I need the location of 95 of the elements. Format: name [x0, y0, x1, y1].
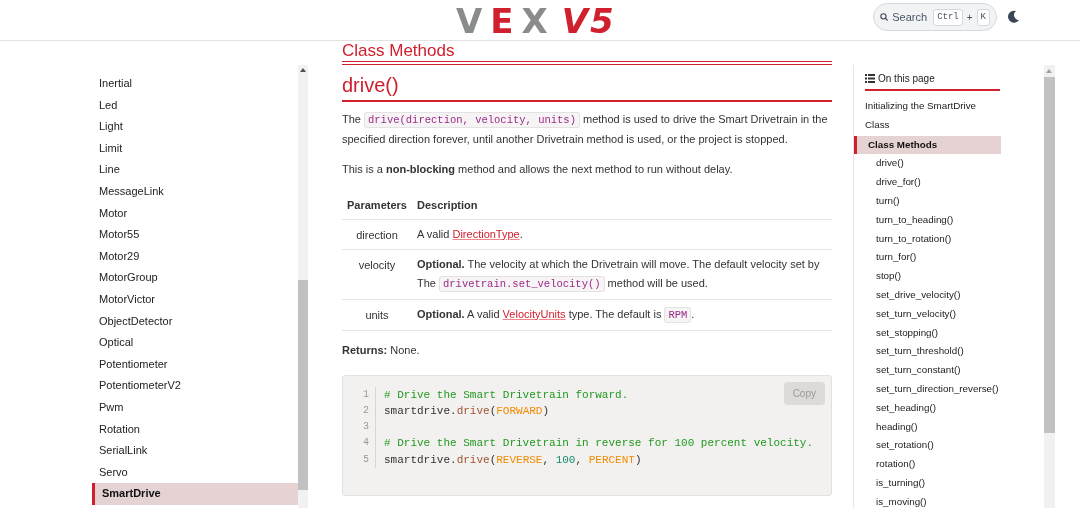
code-token: # Drive the Smart Drivetrain in reverse for 100 percent velocity. — [384, 437, 814, 450]
toc-item[interactable]: set_turn_velocity() — [854, 304, 1001, 324]
toc-item[interactable]: turn_for() — [854, 248, 1001, 268]
toc-item[interactable]: set_drive_velocity() — [854, 285, 1001, 305]
sidebar-item[interactable]: Limit — [92, 137, 298, 160]
code-token: REVERSE — [496, 453, 543, 466]
search-label: Search — [892, 9, 928, 25]
sidebar-item[interactable]: MessageLink — [92, 180, 298, 203]
paragraph: The drive(direction, velocity, units) method is used to drive the Smart Drivetrain in the specified direction forever, until another Drivetrain method is used, or the project is stopped. — [342, 111, 829, 147]
code-token: drive — [456, 404, 490, 417]
sidebar-item[interactable]: Light — [92, 116, 298, 138]
logo[interactable]: V E X V5 — [456, 4, 616, 38]
code-token: smartdrive. — [384, 453, 457, 466]
toc-item[interactable]: set_turn_constant() — [854, 361, 1001, 380]
line-number: 2 — [362, 403, 369, 418]
code-token: , — [542, 453, 551, 466]
code-token: smartdrive. — [384, 404, 457, 417]
toc-item[interactable]: set_turn_threshold() — [854, 342, 1001, 362]
toc-item[interactable]: is_turning() — [854, 473, 1001, 493]
search-button[interactable]: Search Ctrl + K — [873, 3, 997, 31]
code-token: ( — [489, 404, 497, 417]
scrollbar-track[interactable] — [1044, 65, 1055, 508]
toc-item[interactable]: rotation() — [854, 455, 1001, 474]
inline-code: RPM — [664, 306, 692, 323]
toc-item[interactable]: Class Methods — [854, 135, 1001, 155]
toc-item[interactable]: set_stopping() — [854, 323, 1001, 343]
sidebar-item[interactable]: PotentiometerV2 — [92, 375, 298, 397]
sidebar-item[interactable]: Led — [92, 94, 298, 117]
scrollbar-thumb[interactable] — [298, 280, 308, 490]
column-header: Description — [417, 191, 832, 219]
link[interactable]: VelocityUnits — [502, 307, 566, 320]
table-cell: Optional. The velocity at which the Drivetrain will move. The default velocity set by The drivetrain.set_velocity() method will be used. — [417, 249, 832, 299]
sidebar-item[interactable]: Servo — [92, 461, 298, 484]
moon-icon[interactable] — [1008, 10, 1020, 23]
keyboard-key: Ctrl — [933, 8, 963, 26]
line-number: 5 — [362, 452, 369, 467]
sidebar-item[interactable]: MotorVictor — [92, 288, 298, 311]
sidebar-item[interactable]: ObjectDetector — [92, 310, 298, 333]
code-token: , — [575, 453, 584, 466]
toc-item[interactable]: drive() — [854, 154, 1001, 174]
returns-text: Returns: None. — [342, 342, 421, 358]
toc-item[interactable]: heading() — [854, 417, 1001, 437]
column-header: Parameters — [342, 191, 417, 219]
line-number: 3 — [362, 420, 369, 435]
inline-code: drive(direction, velocity, units) — [364, 112, 580, 128]
sidebar-item[interactable]: Motor — [92, 202, 298, 225]
toc-item[interactable]: is_moving() — [854, 492, 1001, 508]
sidebar-item[interactable]: Potentiometer — [92, 353, 298, 376]
toc-item[interactable]: turn_to_heading() — [854, 210, 1001, 230]
key-separator: + — [966, 10, 973, 25]
sidebar-item[interactable]: Inertial — [92, 73, 298, 95]
line-number: 4 — [362, 436, 369, 451]
inline-code: drivetrain.set_velocity() — [439, 275, 605, 292]
toc-item[interactable]: drive_for() — [854, 173, 1001, 192]
list-icon — [865, 74, 875, 83]
scrollbar-track[interactable] — [298, 65, 308, 508]
toc-item[interactable]: set_rotation() — [854, 436, 1001, 456]
table-cell: Optional. A valid VelocityUnits type. The default is RPM . — [417, 299, 832, 330]
code-token: ) — [542, 404, 550, 417]
link[interactable]: DirectionType — [452, 227, 520, 240]
sidebar-item[interactable]: Optical — [92, 332, 298, 354]
table-cell: A valid DirectionType. — [417, 219, 832, 249]
scroll-up-icon[interactable] — [300, 68, 306, 72]
scrollbar-thumb[interactable] — [1044, 77, 1055, 433]
code-token: FORWARD — [496, 404, 543, 417]
code-token: drive — [456, 453, 490, 466]
line-number: 1 — [362, 387, 369, 402]
code-token: 100 — [555, 453, 576, 466]
keyboard-key: K — [976, 8, 990, 26]
toc-item[interactable]: Initializing the SmartDrive Class — [854, 96, 1001, 136]
toc-item[interactable]: stop() — [854, 267, 1001, 286]
table-cell: velocity — [342, 249, 417, 299]
sidebar-item[interactable]: MotorGroup — [92, 267, 298, 289]
code-token: ) — [634, 453, 642, 466]
paragraph: This is a non-blocking method and allows the next method to run without delay. — [342, 162, 734, 177]
section-heading: Class Methods — [342, 41, 456, 60]
toc-item[interactable]: turn() — [854, 192, 1001, 211]
code-token: PERCENT — [588, 453, 635, 466]
toc-item[interactable]: turn_to_rotation() — [854, 229, 1001, 249]
sidebar-item[interactable]: Pwm — [92, 396, 298, 419]
method-heading: drive() — [342, 73, 400, 97]
toc-item[interactable]: set_heading() — [854, 398, 1001, 418]
sidebar-item[interactable]: Motor29 — [92, 245, 298, 268]
search-icon — [880, 11, 889, 23]
code-token: ( — [489, 453, 497, 466]
sidebar-item[interactable]: SerialLink — [92, 440, 298, 462]
toc-item[interactable]: set_turn_direction_reverse() — [854, 379, 1001, 399]
sidebar-item[interactable]: Line — [92, 159, 298, 181]
table-cell: units — [342, 299, 417, 330]
sidebar-item[interactable]: Motor55 — [92, 224, 298, 246]
toc-title: On this page — [878, 72, 935, 86]
code-token: # Drive the Smart Drivetrain forward. — [384, 388, 629, 401]
sidebar-item[interactable]: SmartDrive — [92, 483, 298, 505]
table-cell: direction — [342, 219, 417, 249]
sidebar-item[interactable]: Rotation — [92, 418, 298, 441]
